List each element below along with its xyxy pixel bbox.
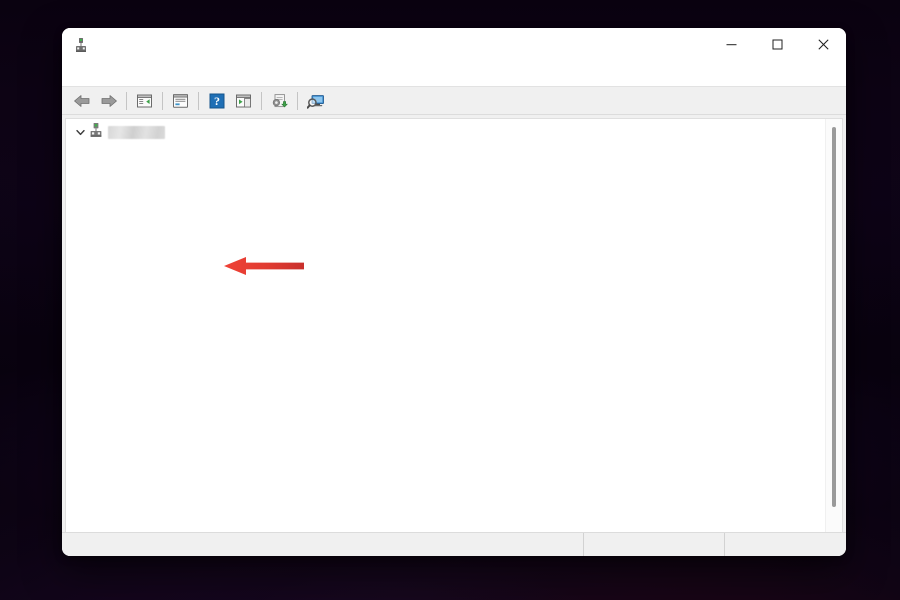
toolbar-separator [162,92,163,110]
close-icon [818,39,829,50]
status-bar [62,532,846,556]
back-button[interactable] [68,88,95,113]
toolbar-separator [297,92,298,110]
update-driver-button[interactable] [266,88,293,113]
minimize-button[interactable] [708,28,754,61]
show-hide-action-pane-button[interactable] [230,88,257,113]
svg-text:?: ? [214,94,220,108]
forward-arrow-icon [100,93,118,109]
menu-file[interactable] [70,70,92,77]
computer-root-icon [88,122,108,143]
scan-for-hardware-changes-button[interactable] [302,88,329,113]
close-button[interactable] [800,28,846,61]
toolbar-separator [198,92,199,110]
menu-action[interactable] [92,70,114,77]
toolbar-separator [126,92,127,110]
window-titlebar[interactable] [62,28,846,61]
tree-body-area [62,115,846,532]
scrollbar-thumb[interactable] [832,127,836,507]
device-manager-icon [73,37,89,53]
maximize-icon [772,39,783,50]
help-question-icon: ? [209,93,225,109]
device-manager-window: ? [62,28,846,556]
computer-root-node[interactable] [66,123,825,141]
menu-help[interactable] [136,70,158,77]
status-pane-main [62,533,584,556]
toolbar-separator [261,92,262,110]
titlebar-left-group [62,37,97,53]
action-pane-icon [235,93,252,109]
menu-view[interactable] [114,70,136,77]
minimize-icon [726,39,737,50]
status-pane-tertiary [725,533,846,556]
chevron-down-icon[interactable] [72,128,88,137]
status-pane-secondary [584,533,725,556]
help-button[interactable]: ? [203,88,230,113]
back-arrow-icon [73,93,91,109]
device-tree[interactable] [66,119,825,532]
console-tree-icon [136,93,153,109]
maximize-button[interactable] [754,28,800,61]
forward-button[interactable] [95,88,122,113]
tree-vertical-scrollbar[interactable] [825,119,842,532]
properties-button[interactable] [167,88,194,113]
properties-icon [172,93,189,109]
menu-bar [62,61,846,86]
update-driver-icon [271,93,289,109]
caption-button-group [708,28,846,61]
scan-hardware-icon [307,93,325,109]
device-tree-panel [65,118,843,532]
toolbar: ? [62,86,846,115]
show-hide-console-tree-button[interactable] [131,88,158,113]
computer-name-redacted [108,126,165,139]
